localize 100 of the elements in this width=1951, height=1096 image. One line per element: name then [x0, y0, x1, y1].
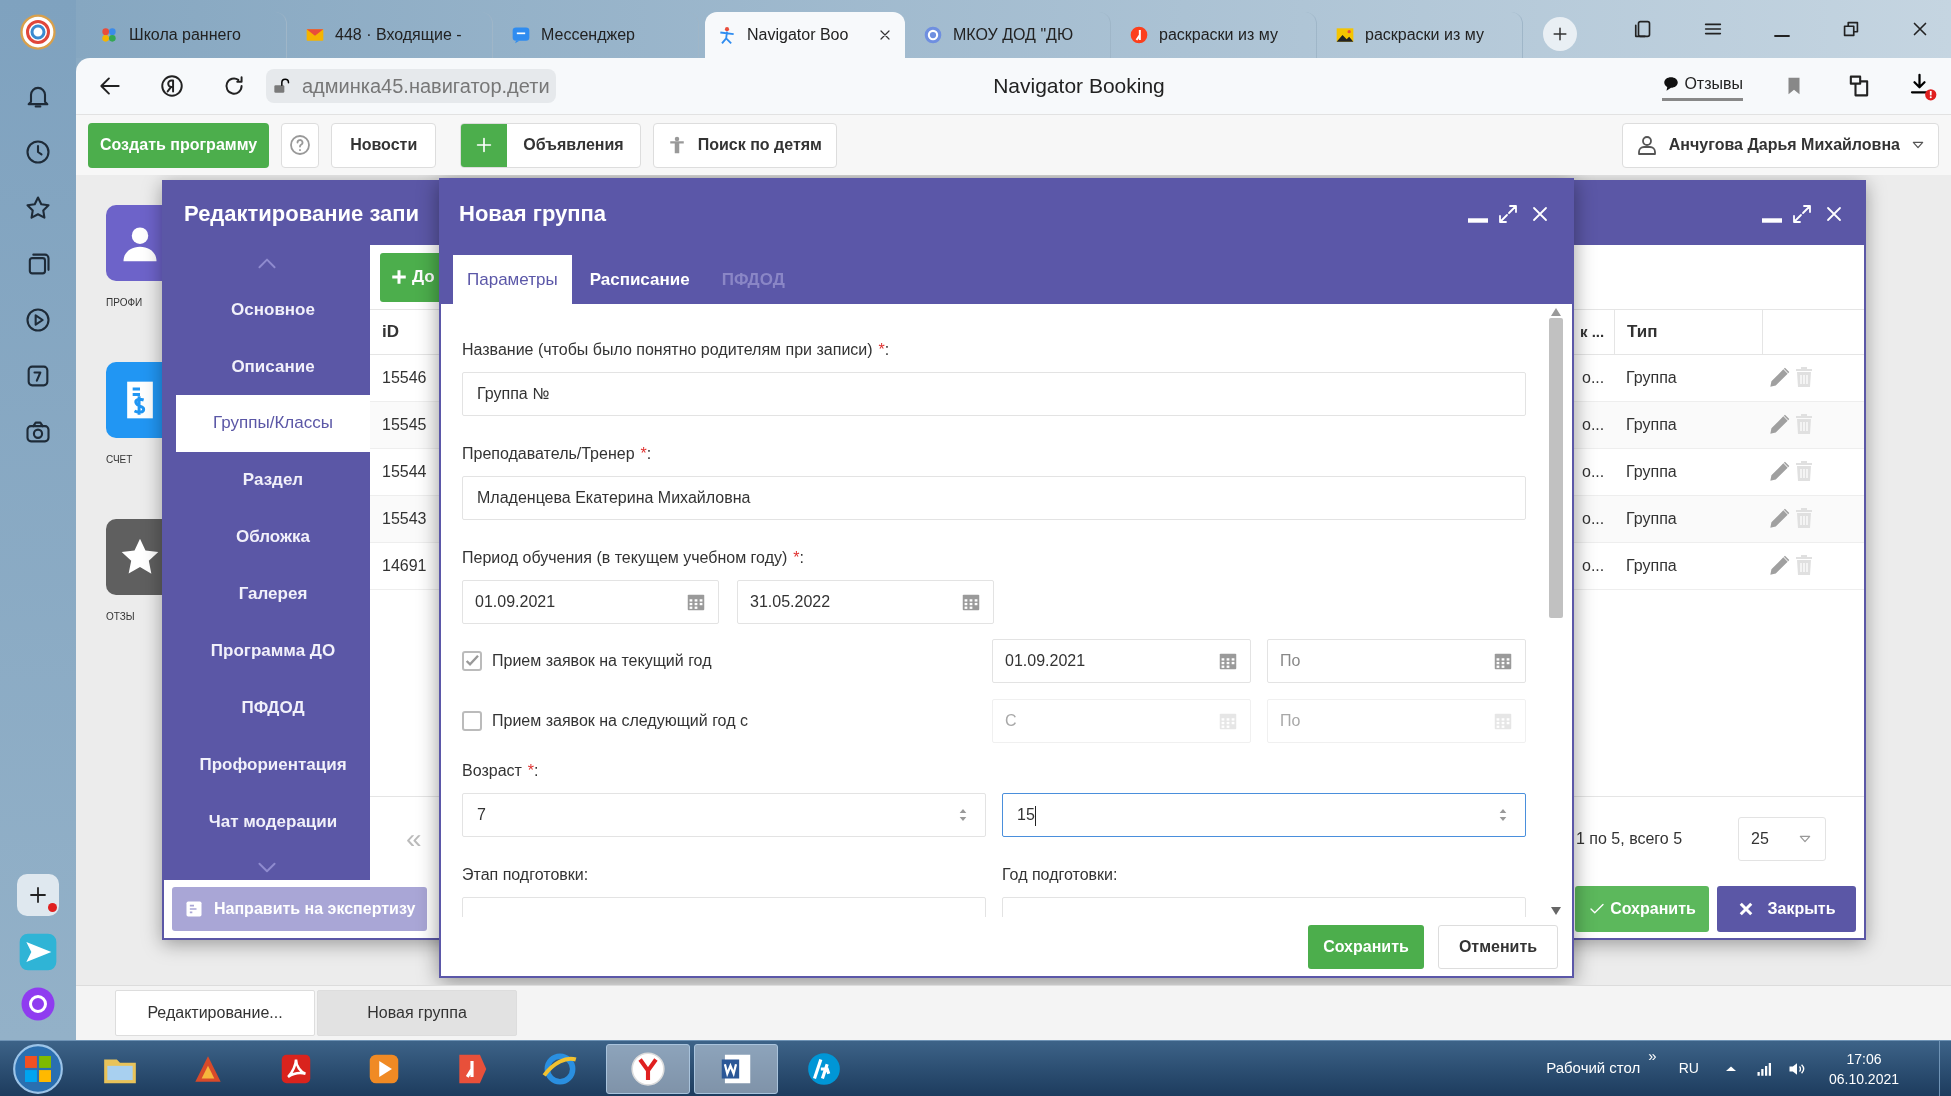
- scroll-down-icon: [1551, 907, 1561, 915]
- news-button[interactable]: Новости: [331, 122, 437, 168]
- nav-item[interactable]: Группы/Классы: [176, 394, 370, 452]
- nav-item[interactable]: Чат модерации: [176, 793, 370, 850]
- favicon-icon: [1335, 25, 1355, 45]
- nav-item[interactable]: Галерея: [176, 565, 370, 623]
- table-cell-text: Группа: [1625, 415, 1678, 435]
- review-label: ОТЗЫ: [106, 610, 135, 624]
- nav-item[interactable]: Профориентация: [176, 736, 370, 794]
- text-input[interactable]: Группа №: [462, 372, 1526, 416]
- browser-tab[interactable]: Navigator Boo: [705, 12, 905, 58]
- field-label: Год подготовки:: [1002, 865, 1119, 885]
- user-menu-button[interactable]: Анчугова Дарья Михайловна: [1621, 122, 1939, 168]
- nav-item[interactable]: Программа ДО: [176, 622, 370, 680]
- nav-item[interactable]: Основное: [176, 280, 370, 338]
- cancel-button[interactable]: Отменить: [1438, 924, 1558, 969]
- favicon-icon: [511, 25, 531, 45]
- window-tab[interactable]: Новая группа: [317, 990, 517, 1036]
- table-cell-text: о...: [1581, 368, 1606, 388]
- favicon-icon: [99, 25, 119, 45]
- history-clock-icon[interactable]: [24, 138, 52, 166]
- taskbar-app-button[interactable]: [606, 1043, 690, 1094]
- help-button[interactable]: [281, 122, 320, 168]
- column-header[interactable]: Тип: [1614, 310, 1762, 354]
- taskbar-app-button[interactable]: [694, 1043, 778, 1094]
- play-icon[interactable]: [24, 306, 52, 334]
- invoice-label: СЧЕТ: [106, 453, 133, 467]
- date-field[interactable]: 01.09.2021: [992, 639, 1252, 683]
- desktop-toolbar-label[interactable]: Рабочий стол: [1546, 1057, 1641, 1080]
- review-tile-icon[interactable]: [106, 519, 162, 595]
- checkbox[interactable]: [462, 711, 482, 731]
- scrollbar[interactable]: [1546, 308, 1566, 917]
- table-cell-text: о...: [1581, 556, 1606, 576]
- nav-item[interactable]: ПФДОД: [176, 679, 370, 737]
- nav-item[interactable]: Описание: [176, 337, 370, 395]
- date-field[interactable]: По: [1267, 639, 1526, 683]
- date-field[interactable]: 01.09.2021: [462, 580, 719, 624]
- table-cell-text: 14691: [381, 556, 428, 576]
- page-title: Navigator Booking: [993, 73, 1165, 100]
- assistant-icon[interactable]: [20, 986, 56, 1022]
- clock-time[interactable]: 17:06: [1846, 1048, 1882, 1069]
- minimize-icon: [1773, 34, 1790, 38]
- nav-item[interactable]: Раздел: [176, 451, 370, 509]
- speech-bubble-icon: [1662, 74, 1681, 93]
- table-cell-text: о...: [1581, 462, 1606, 482]
- child-search-button[interactable]: Поиск по детям: [652, 122, 837, 168]
- table-cell-text: Группа: [1625, 509, 1678, 529]
- table-cell-text: Группа: [1625, 556, 1678, 576]
- help-icon: [288, 133, 313, 157]
- date-field: С: [992, 699, 1252, 743]
- address-field[interactable]: админка45.навигатор.дети: [296, 69, 556, 103]
- dialog-tab[interactable]: Расписание: [575, 255, 704, 304]
- profile-label: ПРОФИ: [106, 296, 143, 310]
- clock-date[interactable]: 06.10.2021: [1828, 1068, 1899, 1089]
- table-cell-text: 15544: [381, 462, 428, 482]
- table-cell-text: о...: [1581, 509, 1606, 529]
- date-field: По: [1267, 699, 1526, 743]
- pager-summary: 1 по 5, всего 5: [1575, 828, 1683, 849]
- favicon-icon: [717, 25, 737, 45]
- field-label: Название (чтобы было понятно родителям при записи) *:: [462, 340, 891, 360]
- yandex-app-icon: [629, 1049, 667, 1088]
- profile-tile-icon[interactable]: [106, 205, 162, 281]
- start-button-icon[interactable]: [12, 1042, 64, 1095]
- reviews-button[interactable]: Отзывы: [1662, 71, 1743, 101]
- favicon-icon: [923, 25, 943, 45]
- language-indicator[interactable]: RU: [1678, 1058, 1699, 1079]
- site-security-button[interactable]: [266, 69, 296, 103]
- page-size-select[interactable]: 25: [1738, 816, 1826, 861]
- add-panel-button[interactable]: [17, 874, 59, 916]
- field-label: Возраст *:: [462, 761, 540, 781]
- plus-icon: [390, 268, 408, 286]
- favorites-star-icon[interactable]: [24, 194, 52, 222]
- column-header[interactable]: к ...: [1570, 320, 1614, 344]
- table-cell-text: Группа: [1625, 368, 1678, 388]
- browser-logo-icon[interactable]: [20, 14, 56, 50]
- number-input[interactable]: 15: [1002, 793, 1526, 837]
- invoice-tile-icon[interactable]: [106, 362, 162, 438]
- lock-icon: [271, 76, 291, 96]
- nav-item[interactable]: Обложка: [176, 508, 370, 566]
- number-input[interactable]: 7: [462, 793, 986, 837]
- dialog-tab[interactable]: Параметры: [453, 255, 572, 304]
- table-cell-text: 15543: [381, 509, 428, 529]
- checkbox-label: Прием заявок на текущий год: [492, 651, 712, 671]
- text-input[interactable]: Младенцева Екатерина Михайловна: [462, 476, 1526, 520]
- toolbar-expand-button[interactable]: »: [1648, 1045, 1657, 1068]
- field-label: Период обучения (в текущем учебном году) *:: [462, 548, 805, 568]
- favicon-icon: [1129, 25, 1149, 45]
- window-title: Редактирование запи: [184, 200, 420, 228]
- document-icon: [184, 899, 204, 919]
- new-tab-button[interactable]: [1543, 17, 1577, 51]
- table-cell-text: о...: [1581, 415, 1606, 435]
- browser-home-icon: [159, 73, 185, 99]
- announcements-button[interactable]: Объявления: [460, 122, 641, 168]
- column-header[interactable]: iD: [370, 319, 441, 345]
- checkbox-label: Прием заявок на следующий год с: [492, 711, 748, 731]
- close-button[interactable]: Закрыть: [1717, 886, 1856, 932]
- date-field[interactable]: 31.05.2022: [737, 580, 994, 624]
- window-tab[interactable]: Редактирование...: [115, 990, 315, 1036]
- checkbox[interactable]: [462, 651, 482, 671]
- table-cell-text: Группа: [1625, 462, 1678, 482]
